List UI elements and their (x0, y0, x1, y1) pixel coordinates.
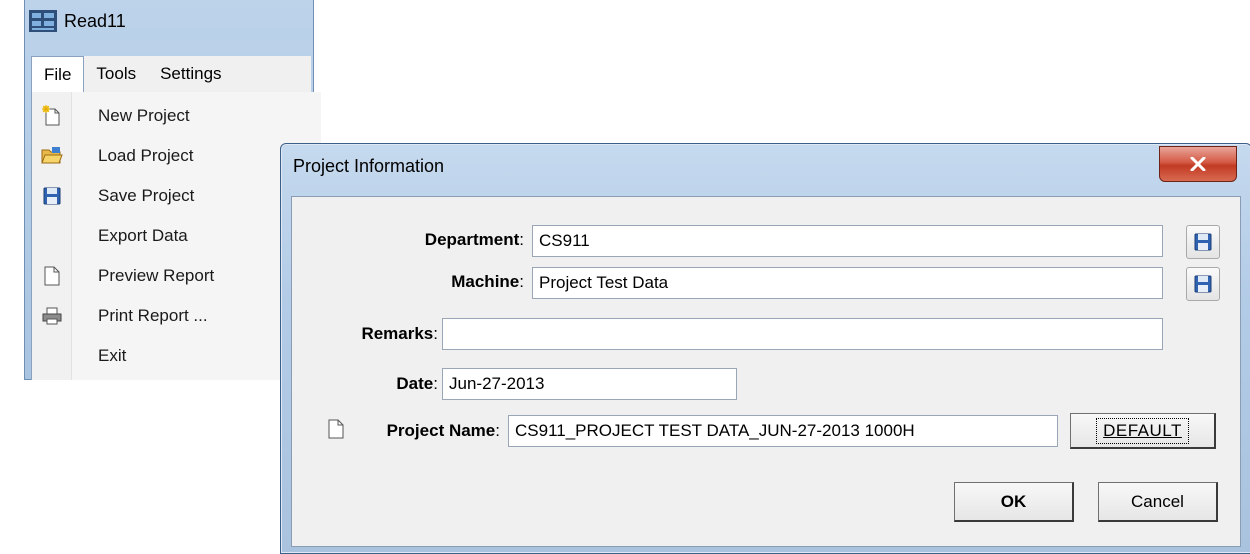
menu-item-save-project[interactable]: Save Project (32, 176, 322, 216)
app-titlebar: Read11 (25, 0, 313, 54)
save-department-button[interactable] (1186, 225, 1220, 259)
remarks-label: Remarks: (361, 324, 438, 343)
dialog-title: Project Information (293, 156, 445, 176)
project-name-label: Project Name: (386, 421, 500, 440)
menu-settings[interactable]: Settings (148, 56, 233, 92)
printer-icon (32, 296, 72, 336)
open-folder-icon (32, 136, 72, 176)
new-document-icon (32, 96, 72, 136)
menu-item-print-report[interactable]: Print Report ... (32, 296, 322, 336)
menu-tools[interactable]: Tools (84, 56, 148, 92)
department-label: Department: (424, 230, 524, 249)
menu-item-exit[interactable]: Exit (32, 336, 322, 376)
menu-item-label: Print Report ... (98, 306, 208, 325)
menu-item-label: Export Data (98, 226, 188, 245)
remarks-field[interactable] (442, 318, 1163, 350)
default-button-label: DEFAULT (1096, 417, 1189, 444)
menu-item-label: Load Project (98, 146, 194, 165)
machine-field[interactable]: Project Test Data (532, 267, 1163, 299)
menu-item-new-project[interactable]: New Project (32, 96, 322, 136)
menu-file[interactable]: File (31, 56, 85, 92)
app-grid-icon (29, 10, 57, 32)
file-menu-dropdown: New Project Load Project Save Project Ex… (31, 92, 321, 380)
floppy-disk-icon (1194, 275, 1212, 293)
menu-item-load-project[interactable]: Load Project (32, 136, 322, 176)
machine-label: Machine: (451, 272, 524, 291)
app-window: Read11 File Tools Settings New Project L… (24, 0, 321, 380)
floppy-disk-icon (32, 176, 72, 216)
menu-item-label: Preview Report (98, 266, 215, 285)
menu-bar: File Tools Settings (31, 56, 311, 92)
date-label: Date: (396, 374, 438, 393)
menu-item-preview-report[interactable]: Preview Report (32, 256, 322, 296)
menu-item-label: Save Project (98, 186, 195, 205)
app-title: Read11 (64, 11, 126, 31)
menu-item-label: New Project (98, 106, 190, 125)
menu-item-export-data[interactable]: Export Data (32, 216, 322, 256)
default-button[interactable]: DEFAULT (1070, 413, 1216, 449)
cancel-button[interactable]: Cancel (1098, 482, 1218, 522)
close-button[interactable] (1159, 146, 1237, 182)
document-icon (32, 256, 72, 296)
project-name-field[interactable]: CS911_PROJECT TEST DATA_JUN-27-2013 1000… (508, 415, 1058, 447)
project-information-dialog: Project Information Department: CS911 Ma… (280, 143, 1250, 554)
menu-item-label: Exit (98, 346, 127, 365)
department-field[interactable]: CS911 (532, 225, 1163, 257)
floppy-disk-icon (1194, 233, 1212, 251)
dialog-body: Department: CS911 Machine: Project Test … (291, 196, 1241, 547)
date-field[interactable]: Jun-27-2013 (442, 368, 737, 400)
save-machine-button[interactable] (1186, 267, 1220, 301)
document-icon (328, 419, 344, 444)
close-icon (1190, 157, 1206, 171)
ok-button[interactable]: OK (954, 482, 1074, 522)
